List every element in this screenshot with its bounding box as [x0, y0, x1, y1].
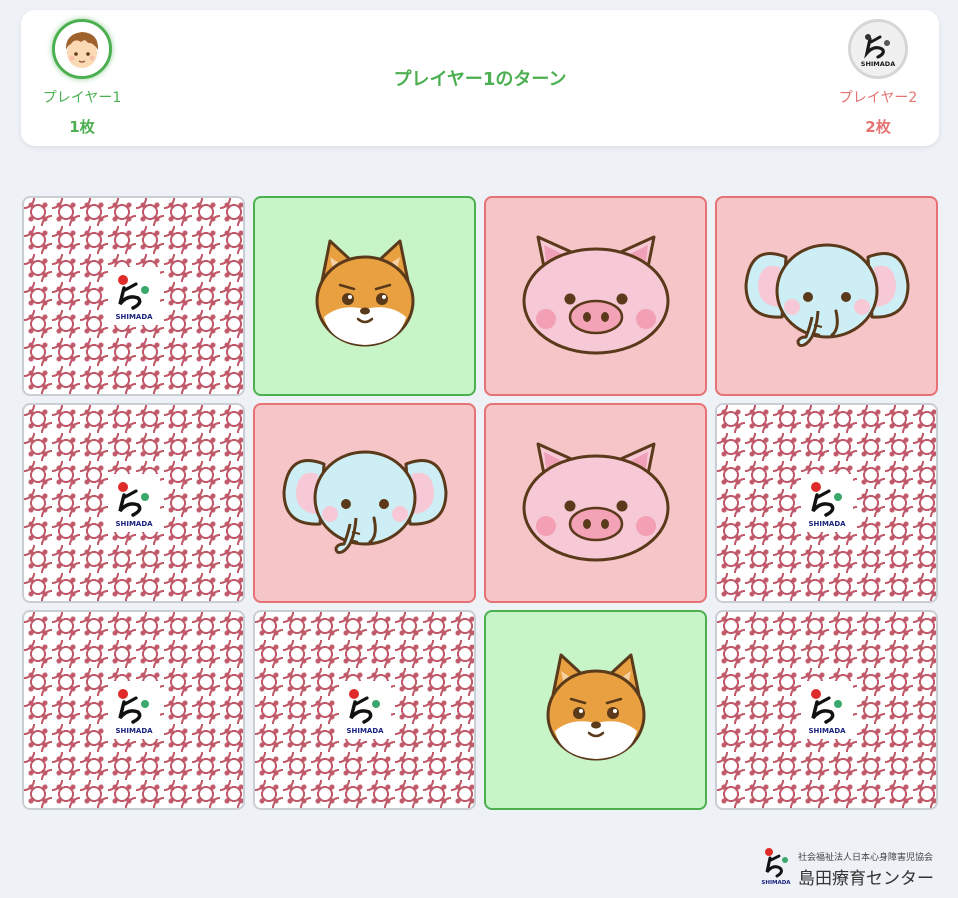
card-back-logo-icon: SHIMADA: [800, 681, 853, 739]
card-pig-r2-c3[interactable]: [484, 403, 707, 603]
card-shiba-dog-r1-c2[interactable]: [253, 196, 476, 396]
player2-avatar: SHIMADA: [848, 19, 908, 79]
card-back-logo-icon: SHIMADA: [107, 267, 160, 325]
svg-text:SHIMADA: SHIMADA: [861, 60, 895, 68]
shiba-dog-icon: [300, 229, 430, 363]
organization-subtitle: 社会福祉法人日本心身障害児協会: [798, 853, 934, 863]
card-board: SHIMADA SHIMADA SHIMADA SHIMADA SHIMADA …: [22, 196, 939, 810]
pig-icon: [516, 436, 676, 570]
card-pig-r1-c3[interactable]: [484, 196, 707, 396]
svg-text:SHIMADA: SHIMADA: [115, 727, 153, 735]
card-face-down-r3-c2[interactable]: SHIMADA: [253, 610, 476, 810]
card-face-down-r3-c4[interactable]: SHIMADA: [715, 610, 938, 810]
card-back-logo-icon: SHIMADA: [338, 681, 391, 739]
card-back-logo-icon: SHIMADA: [800, 474, 853, 532]
shimada-footer-logo-icon: SHIMADA: [761, 848, 791, 886]
organization-name: 島田療育センター: [798, 869, 934, 889]
player2-count: 2枚: [865, 118, 891, 136]
shimada-logo-icon: SHIMADA: [861, 34, 895, 68]
svg-text:SHIMADA: SHIMADA: [346, 727, 384, 735]
player2-panel: SHIMADA プレイヤー2 2枚: [828, 10, 928, 137]
card-shiba-dog-r3-c3[interactable]: [484, 610, 707, 810]
svg-text:SHIMADA: SHIMADA: [115, 313, 153, 321]
card-elephant-r1-c4[interactable]: [715, 196, 938, 396]
turn-indicator: プレイヤー1のターン: [393, 69, 567, 90]
pig-icon: [516, 229, 676, 363]
svg-text:SHIMADA: SHIMADA: [115, 520, 153, 528]
player2-name: プレイヤー2: [838, 90, 918, 106]
svg-text:SHIMADA: SHIMADA: [808, 520, 846, 528]
score-header: プレイヤー1 1枚 プレイヤー1のターン SHIMADA プレイヤー2 2枚: [21, 10, 939, 146]
elephant-icon: [742, 229, 912, 363]
card-back-logo-icon: SHIMADA: [107, 681, 160, 739]
svg-text:SHIMADA: SHIMADA: [808, 727, 846, 735]
card-elephant-r2-c2[interactable]: [253, 403, 476, 603]
shiba-dog-icon: [531, 643, 661, 777]
card-face-down-r1-c1[interactable]: SHIMADA: [22, 196, 245, 396]
card-back-logo-icon: SHIMADA: [107, 474, 160, 532]
elephant-icon: [280, 436, 450, 570]
svg-text:SHIMADA: SHIMADA: [761, 880, 791, 886]
card-face-down-r2-c4[interactable]: SHIMADA: [715, 403, 938, 603]
player1-count: 1枚: [69, 118, 95, 136]
card-face-down-r2-c1[interactable]: SHIMADA: [22, 403, 245, 603]
card-face-down-r3-c1[interactable]: SHIMADA: [22, 610, 245, 810]
organization-footer: SHIMADA 社会福祉法人日本心身障害児協会 島田療育センター: [760, 846, 940, 890]
